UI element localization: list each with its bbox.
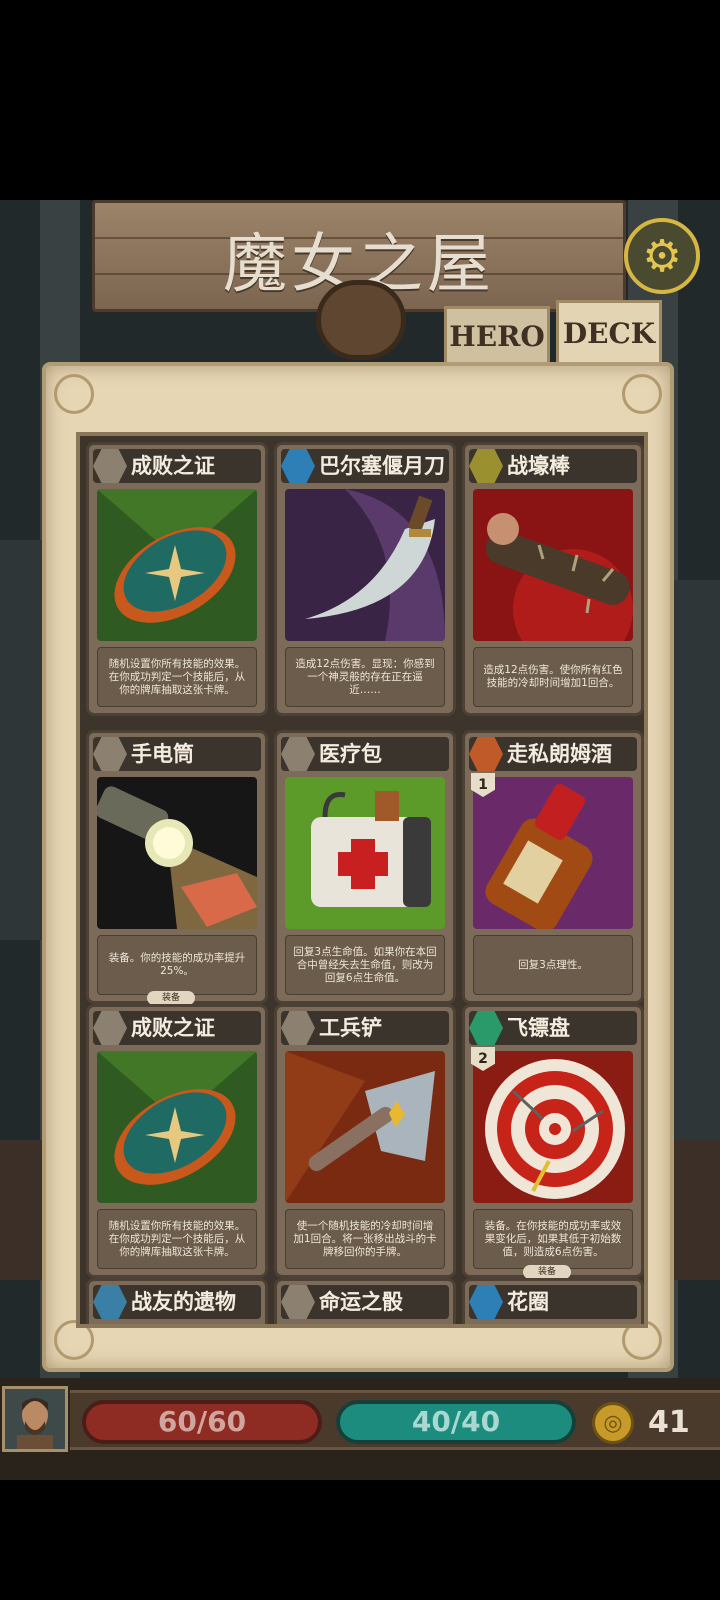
deck-card[interactable]: 成败之证随机设置你所有技能的效果。在你成功判定一个技能后，从你的牌库抽取这张卡牌… (86, 442, 268, 716)
card-name: 手电筒 (131, 742, 194, 766)
card-art (97, 1051, 257, 1203)
deck-card[interactable]: 战壕棒造成12点伤害。使你所有红色技能的冷却时间增加1回合。 (462, 442, 644, 716)
card-name: 命运之骰 (319, 1290, 403, 1314)
coin-count: 41 (648, 1405, 690, 1440)
deck-card[interactable]: 巴尔塞偃月刀造成12点伤害。显现：你感到一个神灵般的存在正在逼近…… (274, 442, 456, 716)
card-name: 成败之证 (131, 1016, 215, 1040)
card-description: 使一个随机技能的冷却时间增加1回合。将一张移出战斗的卡牌移回你的手牌。 (285, 1209, 445, 1269)
deck-card[interactable]: 飞镖盘 2 装备。在你技能的成功率或效果变化后，如果其低于初始数值，则造成6点伤害。… (462, 1004, 644, 1279)
card-art (97, 777, 257, 929)
gear-icon: ⚙ (642, 230, 682, 282)
settings-button[interactable]: ⚙ (624, 218, 700, 294)
card-equip-tag: 装备 (523, 1265, 571, 1279)
card-description: 造成12点伤害。显现：你感到一个神灵般的存在正在逼近…… (285, 647, 445, 707)
card-name: 走私朗姆酒 (507, 742, 612, 766)
card-name: 花圈 (507, 1290, 549, 1314)
card-description: 回复3点生命值。如果你在本回合中曾经失去生命值，则改为回复6点生命值。 (285, 935, 445, 995)
card-art (285, 489, 445, 641)
health-bar: 60/60 (82, 1400, 322, 1444)
card-name: 巴尔塞偃月刀 (319, 454, 445, 478)
deck-card[interactable]: 成败之证随机设置你所有技能的效果。在你成功判定一个技能后，从你的牌库抽取这张卡牌… (86, 1004, 268, 1278)
card-name: 成败之证 (131, 454, 215, 478)
card-description: 造成12点伤害。使你所有红色技能的冷却时间增加1回合。 (473, 647, 633, 707)
card-name: 战壕棒 (507, 454, 570, 478)
deck-card[interactable]: 战友的遗物 (86, 1278, 268, 1324)
card-name: 医疗包 (319, 742, 382, 766)
card-art (285, 777, 445, 929)
hero-avatar[interactable] (2, 1386, 68, 1452)
coin-icon: ◎ (592, 1402, 634, 1444)
card-name: 工兵铲 (319, 1016, 382, 1040)
card-description: 装备。你的技能的成功率提升25%。 (97, 935, 257, 995)
card-description: 随机设置你所有技能的效果。在你成功判定一个技能后，从你的牌库抽取这张卡牌。 (97, 647, 257, 707)
deck-card[interactable]: 花圈 (462, 1278, 644, 1324)
card-art (285, 1051, 445, 1203)
card-art (97, 489, 257, 641)
card-equip-tag: 装备 (147, 991, 195, 1005)
card-name: 飞镖盘 (507, 1016, 570, 1040)
card-description: 装备。在你技能的成功率或效果变化后，如果其低于初始数值，则造成6点伤害。 (473, 1209, 633, 1269)
card-art (473, 489, 633, 641)
deck-card[interactable]: 工兵铲使一个随机技能的冷却时间增加1回合。将一张移出战斗的卡牌移回你的手牌。 (274, 1004, 456, 1278)
card-name: 战友的遗物 (131, 1290, 236, 1314)
tab-deck[interactable]: DECK (556, 300, 662, 364)
card-art (473, 777, 633, 929)
tab-hero[interactable]: HERO (444, 306, 550, 364)
card-list[interactable]: 成败之证随机设置你所有技能的效果。在你成功判定一个技能后，从你的牌库抽取这张卡牌… (76, 432, 648, 1328)
deck-card[interactable]: 手电筒装备。你的技能的成功率提升25%。 装备 (86, 730, 268, 1005)
sanity-bar: 40/40 (336, 1400, 576, 1444)
deck-card[interactable]: 走私朗姆酒 1 回复3点理性。 (462, 730, 644, 1004)
card-description: 回复3点理性。 (473, 935, 633, 995)
title-medallion (316, 280, 406, 360)
deck-card[interactable]: 医疗包回复3点生命值。如果你在本回合中曾经失去生命值，则改为回复6点生命值。 (274, 730, 456, 1004)
hero-portrait-icon (5, 1389, 65, 1449)
deck-card[interactable]: 命运之骰 (274, 1278, 456, 1324)
card-description: 随机设置你所有技能的效果。在你成功判定一个技能后，从你的牌库抽取这张卡牌。 (97, 1209, 257, 1269)
card-art (473, 1051, 633, 1203)
